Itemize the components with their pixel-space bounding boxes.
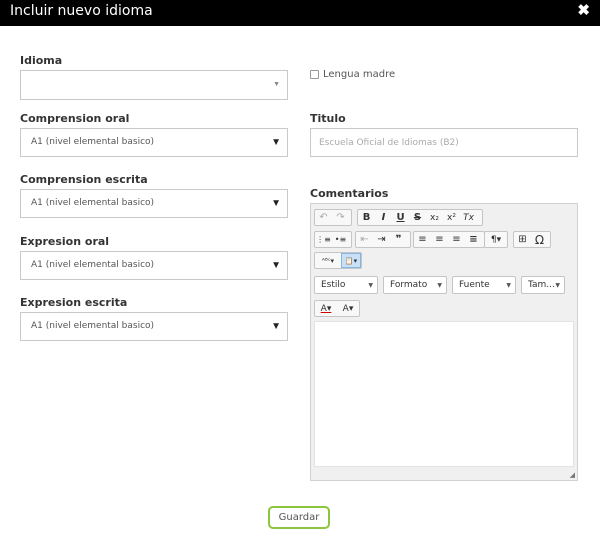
- list-group: ⋮≡ •≡: [314, 231, 352, 248]
- subscript-button[interactable]: x₂: [426, 210, 443, 225]
- colors-group: A▾ A▾: [314, 300, 360, 317]
- blockquote-icon[interactable]: ❞: [390, 232, 407, 247]
- expresion-oral-value: A1 (nivel elemental basico): [31, 260, 155, 270]
- dialog-title: Incluir nuevo idioma: [10, 3, 153, 19]
- save-button[interactable]: Guardar: [268, 506, 330, 529]
- chevron-down-icon: ▼: [271, 198, 281, 209]
- dialog-titlebar: Incluir nuevo idioma ✖: [0, 0, 600, 26]
- bidi-group: ¶▾: [484, 231, 508, 248]
- comentarios-textarea[interactable]: [314, 321, 574, 467]
- rich-text-editor: ↶ ↷ B I U S x₂ x² Tx ⋮≡ •≡ ⇤ ⇥ ❞ ≡ ≡ ≡ ≡…: [310, 203, 578, 481]
- superscript-button[interactable]: x²: [443, 210, 460, 225]
- comprension-escrita-label: Comprension escrita: [20, 173, 148, 186]
- indent-group: ⇤ ⇥ ❞: [355, 231, 411, 248]
- comentarios-label: Comentarios: [310, 187, 389, 200]
- titulo-field: [310, 128, 578, 157]
- titulo-label: Titulo: [310, 112, 346, 125]
- chevron-down-icon: ▼: [437, 282, 442, 289]
- numbered-list-icon[interactable]: ⋮≡: [315, 232, 332, 247]
- comprension-escrita-value: A1 (nivel elemental basico): [31, 198, 155, 208]
- resize-handle-icon[interactable]: ◢: [570, 471, 575, 479]
- titulo-input[interactable]: [311, 129, 577, 156]
- chevron-down-icon: ▼: [555, 282, 560, 289]
- basicstyles-group: B I U S x₂ x² Tx: [357, 209, 483, 226]
- font-combo-label: Fuente: [459, 280, 490, 290]
- underline-button[interactable]: U: [392, 210, 409, 225]
- redo-icon[interactable]: ↷: [332, 210, 349, 225]
- expresion-escrita-label: Expresion escrita: [20, 296, 128, 309]
- spellcheck-icon[interactable]: ᴬᴮᶜ▾: [315, 253, 341, 268]
- chevron-down-icon: ▼: [271, 321, 281, 332]
- chevron-down-icon: ▼: [271, 260, 281, 271]
- style-combo-label: Estilo: [321, 280, 346, 290]
- strikethrough-button[interactable]: S: [409, 210, 426, 225]
- idioma-label: Idioma: [20, 54, 63, 67]
- format-combo[interactable]: Formato ▼: [383, 276, 447, 294]
- expresion-oral-select[interactable]: A1 (nivel elemental basico) ▼: [20, 251, 288, 280]
- insert-group: ⊞ Ω: [513, 231, 551, 248]
- text-color-icon[interactable]: A▾: [315, 301, 337, 316]
- expresion-escrita-value: A1 (nivel elemental basico): [31, 321, 155, 331]
- comprension-oral-value: A1 (nivel elemental basico): [31, 137, 155, 147]
- history-group: ↶ ↷: [314, 209, 352, 226]
- size-combo[interactable]: Tam... ▼: [521, 276, 565, 294]
- style-combo[interactable]: Estilo ▼: [314, 276, 378, 294]
- table-icon[interactable]: ⊞: [514, 232, 531, 247]
- align-group: ≡ ≡ ≡ ≡: [413, 231, 485, 248]
- remove-format-button[interactable]: Tx: [460, 210, 477, 225]
- bold-button[interactable]: B: [358, 210, 375, 225]
- size-combo-label: Tam...: [528, 280, 555, 290]
- lengua-madre-checkbox[interactable]: [310, 70, 319, 79]
- chevron-down-icon: ▼: [368, 282, 373, 289]
- align-center-icon[interactable]: ≡: [431, 232, 448, 247]
- chevron-down-icon: ▼: [273, 81, 280, 88]
- bullet-list-icon[interactable]: •≡: [332, 232, 349, 247]
- justify-icon[interactable]: ≡: [465, 232, 482, 247]
- expresion-escrita-select[interactable]: A1 (nivel elemental basico) ▼: [20, 312, 288, 341]
- expresion-oral-label: Expresion oral: [20, 235, 110, 248]
- undo-icon[interactable]: ↶: [315, 210, 332, 225]
- italic-button[interactable]: I: [375, 210, 392, 225]
- idioma-select[interactable]: ▼: [20, 70, 288, 100]
- paste-text-icon[interactable]: 📋▾: [341, 253, 361, 268]
- outdent-icon[interactable]: ⇤: [356, 232, 373, 247]
- bidi-dropdown-icon[interactable]: ¶▾: [485, 232, 507, 247]
- special-char-icon[interactable]: Ω: [531, 232, 548, 247]
- close-icon[interactable]: ✖: [577, 2, 590, 20]
- chevron-down-icon: ▼: [506, 282, 511, 289]
- align-left-icon[interactable]: ≡: [414, 232, 431, 247]
- lengua-madre-label: Lengua madre: [323, 69, 396, 80]
- comprension-oral-select[interactable]: A1 (nivel elemental basico) ▼: [20, 128, 288, 157]
- bg-color-icon[interactable]: A▾: [337, 301, 359, 316]
- comprension-escrita-select[interactable]: A1 (nivel elemental basico) ▼: [20, 189, 288, 218]
- comprension-oral-label: Comprension oral: [20, 112, 130, 125]
- font-combo[interactable]: Fuente ▼: [452, 276, 516, 294]
- chevron-down-icon: ▼: [271, 137, 281, 148]
- align-right-icon[interactable]: ≡: [448, 232, 465, 247]
- indent-icon[interactable]: ⇥: [373, 232, 390, 247]
- tools-group: ᴬᴮᶜ▾ 📋▾: [314, 252, 362, 269]
- format-combo-label: Formato: [390, 280, 428, 290]
